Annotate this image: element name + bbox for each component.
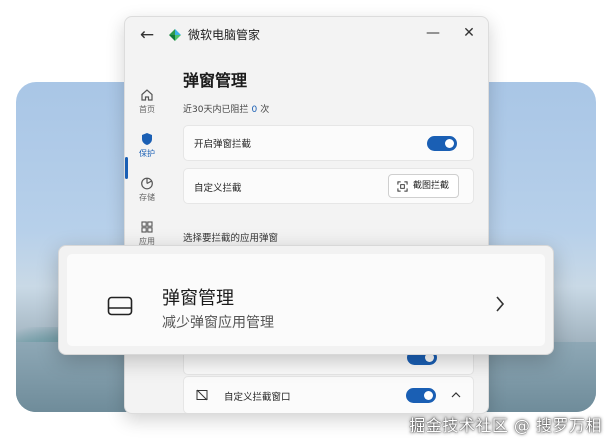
section-title: 选择要拦截的应用弹窗: [183, 233, 279, 244]
block-window-icon: [196, 389, 208, 401]
nav-item-protect[interactable]: 保护: [129, 125, 165, 165]
block-stat-suffix: 次: [260, 105, 270, 115]
block-stat: 近30天内已阻拦 0 次: [183, 102, 269, 115]
enable-block-label: 开启弹窗拦截: [194, 139, 252, 150]
screenshot-block-button[interactable]: 截图拦截: [387, 174, 459, 198]
nav-item-label: 首页: [139, 105, 155, 114]
apps-grid-icon: [141, 221, 153, 233]
screenshot-icon: [397, 180, 408, 192]
custom-window-card: 自定义拦截窗口: [183, 376, 474, 413]
app-logo-icon: [169, 29, 181, 41]
block-stat-prefix: 近30天内已阻拦: [183, 105, 249, 115]
custom-block-card: 自定义拦截 截图拦截: [183, 168, 474, 204]
nav-item-home[interactable]: 首页: [129, 81, 165, 121]
nav-active-indicator: [125, 157, 128, 179]
nav-item-label: 存储: [139, 193, 155, 202]
chevron-right-icon[interactable]: [493, 294, 507, 314]
nav-item-label: 保护: [139, 149, 155, 158]
popup-title: 弹窗管理: [162, 288, 234, 309]
watermark: 掘金技术社区 @ 搜罗万相: [409, 416, 602, 435]
pie-chart-icon: [141, 177, 153, 190]
back-arrow-icon[interactable]: ←: [137, 25, 157, 45]
window-icon: [107, 296, 133, 316]
home-icon: [141, 89, 153, 101]
screenshot-block-button-label: 截图拦截: [412, 181, 449, 191]
page-title: 弹窗管理: [183, 71, 248, 90]
shield-icon: [142, 133, 152, 145]
enable-block-toggle[interactable]: [427, 136, 457, 151]
chevron-up-icon[interactable]: [451, 391, 461, 399]
popup-subtitle: 减少弹窗应用管理: [162, 315, 274, 331]
popup-management-card[interactable]: 弹窗管理 减少弹窗应用管理: [58, 245, 554, 355]
custom-window-label: 自定义拦截窗口: [224, 392, 291, 403]
custom-window-toggle[interactable]: [406, 388, 436, 403]
custom-block-label: 自定义拦截: [194, 183, 242, 194]
block-stat-count: 0: [251, 105, 258, 115]
popup-card-inner: 弹窗管理 减少弹窗应用管理: [67, 254, 545, 346]
enable-block-card: 开启弹窗拦截: [183, 125, 474, 161]
nav-item-storage[interactable]: 存储: [129, 169, 165, 209]
